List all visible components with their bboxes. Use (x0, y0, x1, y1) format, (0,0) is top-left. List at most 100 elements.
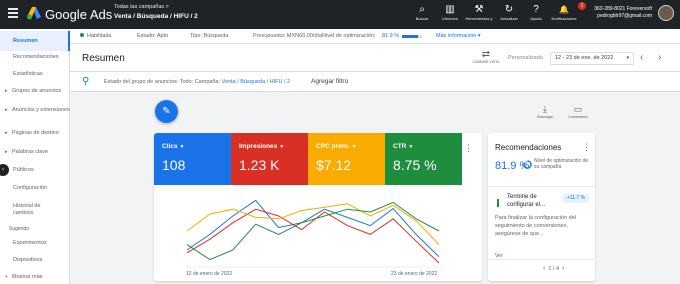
campaign-budget: Presupuesto: MXN60.00/día (253, 33, 323, 39)
comment-icon: ▭ (573, 104, 583, 114)
plus-icon: + (5, 274, 8, 280)
notifications-button[interactable]: 🔔 Notificaciones (547, 4, 581, 21)
tools-icon: ⚒ (474, 4, 484, 15)
google-ads-logo-icon[interactable] (26, 6, 42, 20)
sidebar-item-historial[interactable]: Historial de cambios (0, 203, 52, 217)
divider (488, 259, 595, 260)
chevron-right-icon: › (2, 167, 4, 173)
line-chart: 12 de enero de 2022 23 de enero de 2022 (185, 199, 441, 277)
sidebar-item-estadisticas[interactable]: Estadísticas (0, 71, 70, 78)
more-info-link[interactable]: Más información ▾ (436, 33, 481, 39)
recommendations-card: Recomendaciones ⋮ 81.9 % Nivel de optimi… (488, 133, 595, 281)
filter-bar: ⚲ Estado del grupo de anuncios: Todo; Ca… (70, 72, 680, 92)
download-button[interactable]: ⤓ Descargar (530, 104, 560, 119)
sidebar-item-anuncios[interactable]: ▸ Anuncios y extensiones (0, 107, 70, 114)
kpi-impresiones[interactable]: Impresiones ▼ 1.23 K (231, 133, 308, 185)
sidebar-item-configuracion[interactable]: Configuración (0, 185, 70, 192)
chevron-down-icon: ▾ (477, 33, 481, 39)
status-dot-icon (80, 33, 84, 37)
chevron-right-icon: › (658, 52, 662, 63)
kpi-clics[interactable]: Clics ▼ 108 (154, 133, 231, 185)
top-app-bar: Google Ads Todas las campañas > Venta / … (0, 0, 680, 29)
dropdown-arrow-icon: ▼ (179, 144, 185, 150)
account-email: pedrogbtr97@gmail.com (597, 13, 652, 19)
performance-chart-card: Clics ▼ 108 Impresiones ▼ 1.23 K CPC prom.… (154, 133, 482, 281)
campaign-state: Habilitada (80, 33, 111, 39)
kpi-value: 1.23 K (239, 157, 280, 173)
sidebar-item-experimentos[interactable]: Experimentos (0, 240, 70, 247)
sidebar-item-resumen[interactable]: Resumen (0, 31, 70, 51)
change-view-button[interactable]: ⇄ CAMBIAR VISTA (466, 49, 506, 64)
tools-button[interactable]: ⚒ Herramientas y (462, 4, 496, 21)
recommendation-title[interactable]: Termine de configurar el... (507, 193, 559, 209)
breadcrumb-all-campaigns[interactable]: Todas las campañas > (114, 4, 169, 10)
optimization-score: 81.9 % (382, 33, 400, 39)
campaign-type: Tipo: Búsqueda (190, 33, 229, 39)
sidebar-item-dispositivos[interactable]: Dispositivos (0, 257, 70, 264)
sidebar-item-paginas[interactable]: ▸ Páginas de destino (0, 130, 70, 137)
chevron-right-icon[interactable]: › (562, 265, 564, 272)
sidebar-group-sugerido: Sugerido (9, 226, 30, 232)
caret-right-icon: ▸ (5, 107, 8, 113)
kpi-ctr[interactable]: CTR ▼ 8.75 % (385, 133, 462, 185)
caret-right-icon: ▸ (5, 130, 8, 136)
sidebar-item-palabras[interactable]: ▸ Palabras clave (0, 149, 70, 156)
sidebar-item-recomendaciones[interactable]: Recomendaciones (0, 54, 70, 61)
conversion-icon (497, 199, 501, 207)
more-vert-icon[interactable]: ⋮ (582, 142, 591, 153)
score-ring-icon (523, 160, 532, 169)
optimization-score-label: Nivel de optimización de su campaña (534, 158, 589, 170)
page-title: Resumen (82, 53, 125, 64)
campaign-eligibility: Estado: Apto (137, 33, 169, 39)
chevron-down-icon: ▾ (626, 55, 629, 61)
date-range-picker[interactable]: 12 - 23 de ene. de 2022 ▾ (550, 52, 634, 65)
edit-button[interactable]: ✎ (155, 100, 178, 123)
breadcrumb-campaign[interactable]: Venta / Búsqueda / HIFU / 2 (114, 13, 198, 20)
divider (488, 186, 595, 187)
account-id: 363-289-8021 Foreversoft (594, 6, 652, 12)
caret-right-icon: ▸ (5, 88, 8, 94)
kpi-value: 108 (162, 157, 186, 173)
brand-name: Google Ads (45, 7, 113, 22)
x-tick-end: 23 de enero de 2022 (391, 271, 437, 277)
series-line-2 (186, 203, 440, 245)
comments-button[interactable]: ▭ Comentarios (563, 104, 593, 119)
chart-series (186, 199, 440, 264)
download-icon: ⤓ (543, 104, 547, 114)
caret-right-icon: ▸ (5, 149, 8, 155)
sidebar-show-more[interactable]: + Mostrar más (0, 274, 70, 281)
page-header: Resumen ⇄ CAMBIAR VISTA Personalizado 12… (70, 44, 680, 72)
recommendation-description: Para finalizar la configuración del segu… (495, 215, 577, 237)
account-info[interactable]: 363-289-8021 Foreversoft pedrogbtr97@gma… (594, 6, 652, 20)
x-tick-start: 12 de enero de 2022 (186, 271, 232, 277)
sidebar-item-grupos[interactable]: ▸ Grupos de anuncios (0, 88, 70, 95)
dropdown-arrow-icon: ▼ (408, 144, 414, 150)
chevron-left-icon: ‹ (640, 52, 644, 63)
kpi-cpc[interactable]: CPC prom. ▼ $7.12 (308, 133, 385, 185)
campaign-status-bar: Habilitada Estado: Apto Tipo: Búsqueda P… (70, 29, 680, 44)
kpi-value: 8.75 % (393, 157, 437, 173)
dropdown-arrow-icon: ▼ (279, 144, 285, 150)
recommendation-pager: ‹ 1 / 4 › (543, 265, 565, 272)
date-next-button[interactable]: › (658, 52, 661, 64)
date-preset-label: Personalizado (508, 55, 543, 61)
sidebar: Resumen Recomendaciones Estadísticas ▸ Gr… (0, 29, 70, 284)
chevron-left-icon[interactable]: ‹ (543, 265, 545, 272)
optimization-bar (402, 35, 422, 38)
recommendations-title: Recomendaciones (495, 143, 562, 152)
active-filter[interactable]: Estado del grupo de anuncios: Todo; Camp… (104, 79, 290, 85)
avatar[interactable] (658, 5, 674, 21)
add-filter-button[interactable]: Agregar filtro (311, 78, 348, 85)
more-vert-icon[interactable]: ⋮ (464, 143, 473, 154)
swap-icon: ⇄ (481, 49, 491, 60)
notification-badge: 1 (578, 2, 586, 10)
optimization-label: Nivel de optimización: (322, 33, 376, 39)
pencil-icon: ✎ (162, 106, 171, 117)
sidebar-collapse-toggle[interactable]: › (0, 164, 9, 176)
kpi-value: $7.12 (316, 157, 352, 173)
date-prev-button[interactable]: ‹ (640, 52, 643, 64)
optimization-bar-fill (402, 35, 419, 38)
sidebar-item-publicos[interactable]: Públicos (0, 167, 70, 174)
menu-icon[interactable] (8, 8, 18, 18)
filter-icon[interactable]: ⚲ (82, 76, 89, 87)
